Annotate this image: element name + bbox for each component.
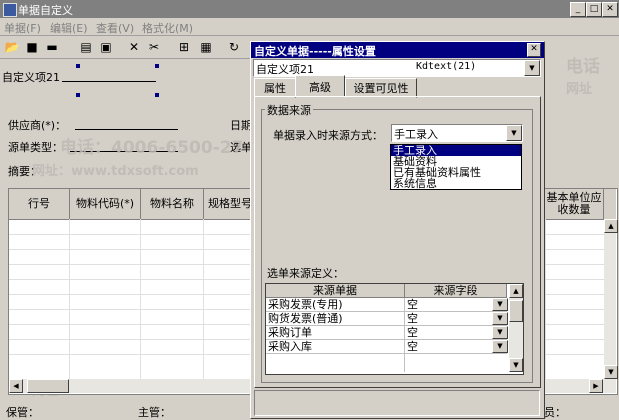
tab-visibility[interactable]: 设置可见性: [345, 78, 417, 98]
grid-column-line: [545, 219, 546, 379]
tab-advanced[interactable]: 高级: [295, 75, 345, 97]
selection-handle[interactable]: [155, 64, 159, 68]
src-header-field[interactable]: 来源字段: [405, 284, 507, 298]
grid-header-base-unit-qty[interactable]: 基本单位应收数量: [545, 189, 604, 220]
src-doc-cell: 采购订单: [268, 326, 312, 339]
table-row[interactable]: 采购订单 空 ▼: [266, 326, 508, 340]
window-title: 单据自定义: [18, 4, 73, 17]
selection-handle[interactable]: [155, 93, 159, 97]
grid-header-material-name[interactable]: 物料名称: [141, 189, 204, 220]
toolbar: 📂 ■ ▬ ▤ ▣ ✕ ✂ ⊞ ▦ ↻: [0, 36, 250, 59]
src-field-cell[interactable]: 空: [407, 340, 418, 353]
grid-scroll-corner: [604, 189, 616, 220]
chevron-down-icon[interactable]: ▼: [492, 298, 508, 311]
summary-label[interactable]: 摘要：: [8, 163, 41, 179]
source-mode-dropdown[interactable]: 手工录入 基础资料 已有基础资料属性 系统信息: [390, 144, 522, 190]
custom-item-underline: [62, 81, 156, 82]
refresh-icon[interactable]: ↻: [226, 39, 242, 55]
src-field-cell[interactable]: 空: [407, 298, 418, 311]
supervisor-label[interactable]: 主管：: [138, 404, 171, 420]
src-doc-cell: 采购入库: [268, 340, 312, 353]
scroll-up-icon[interactable]: ▲: [604, 219, 618, 233]
delete-icon[interactable]: ✕: [126, 39, 142, 55]
menu-bar: 单据(F) 编辑(E) 查看(V) 格式化(M): [0, 18, 619, 36]
window-titlebar: 单据自定义 _ □ ✕: [0, 0, 619, 18]
src-grid-scrollbar[interactable]: ▲ ▼: [509, 284, 523, 372]
source-mode-label: 单据录入时来源方式：: [273, 129, 383, 142]
menu-document[interactable]: 单据(F): [4, 20, 41, 36]
grid-header-row-no[interactable]: 行号: [9, 189, 70, 220]
scroll-down-icon[interactable]: ▼: [604, 365, 618, 379]
cut-icon[interactable]: ✂: [146, 39, 162, 55]
minimize-button[interactable]: _: [570, 2, 586, 17]
group-title: 数据来源: [265, 102, 313, 118]
object-type: Kdtext(21): [416, 61, 477, 72]
grid-vertical-scrollbar[interactable]: ▲ ▼: [604, 219, 618, 379]
source-mode-value: 手工录入: [394, 128, 438, 141]
maximize-button[interactable]: □: [586, 2, 602, 17]
close-button[interactable]: ✕: [602, 2, 618, 17]
chevron-down-icon[interactable]: ▼: [524, 60, 540, 76]
scroll-right-icon[interactable]: ▶: [589, 379, 603, 393]
custom-item-label[interactable]: 自定义项21: [2, 69, 60, 85]
src-doc-cell: 购货发票(普通): [268, 312, 343, 325]
grid-icon[interactable]: ⊞: [176, 39, 192, 55]
tab-properties[interactable]: 属性: [254, 78, 296, 98]
scroll-thumb[interactable]: [27, 379, 69, 393]
select-label[interactable]: 选单: [230, 139, 252, 155]
src-header-doc[interactable]: 来源单据: [266, 284, 405, 298]
open-icon[interactable]: 📂: [4, 39, 20, 55]
selection-handle[interactable]: [76, 64, 80, 68]
table-row[interactable]: 采购入库 空 ▼: [266, 340, 508, 354]
property-dialog: 自定义单据-----属性设置 ✕ 自定义项21 Kdtext(21) ▼ 属性 …: [250, 41, 545, 419]
staff-label[interactable]: 员：: [544, 404, 566, 420]
dialog-close-button[interactable]: ✕: [527, 43, 541, 57]
option-system-info[interactable]: 系统信息: [391, 178, 521, 189]
chevron-down-icon[interactable]: ▼: [492, 326, 508, 339]
chevron-down-icon[interactable]: ▼: [492, 312, 508, 325]
table-row[interactable]: 购货发票(普通) 空 ▼: [266, 312, 508, 326]
src-field-cell[interactable]: 空: [407, 312, 418, 325]
chevron-down-icon[interactable]: ▼: [506, 125, 522, 141]
src-field-cell[interactable]: 空: [407, 326, 418, 339]
selection-handle[interactable]: [76, 93, 80, 97]
dialog-status-area: [254, 390, 540, 416]
scroll-down-icon[interactable]: ▼: [509, 358, 523, 372]
grid-column-line: [404, 298, 405, 372]
settings-icon[interactable]: ▦: [198, 39, 214, 55]
source-definition-grid[interactable]: 来源单据 来源字段 采购发票(专用) 空 ▼ 购货发票(普通) 空 ▼ 采购订单…: [265, 283, 524, 375]
table-row[interactable]: 采购发票(专用) 空 ▼: [266, 298, 508, 312]
keeper-label[interactable]: 保管：: [6, 404, 39, 420]
dialog-titlebar: 自定义单据-----属性设置 ✕: [251, 42, 544, 58]
menu-edit[interactable]: 编辑(E): [50, 20, 88, 36]
grid-column-line: [203, 219, 204, 379]
supplier-label[interactable]: 供应商(*)：: [8, 117, 66, 133]
select-source-def-label: 选单来源定义：: [267, 267, 344, 280]
menu-view[interactable]: 查看(V): [96, 20, 134, 36]
scroll-thumb[interactable]: [509, 300, 523, 322]
source-mode-select[interactable]: 手工录入 ▼: [391, 124, 523, 142]
scroll-up-icon[interactable]: ▲: [509, 284, 523, 298]
grid-column-line: [140, 219, 141, 379]
grid-header-spec[interactable]: 规格型号: [204, 189, 255, 220]
supplier-underline: [75, 129, 178, 130]
source-type-label[interactable]: 源单类型：: [8, 139, 63, 155]
menu-format[interactable]: 格式化(M): [142, 20, 193, 36]
date-label[interactable]: 日期: [230, 117, 252, 133]
grid-column-line: [69, 219, 70, 379]
print-icon[interactable]: ▤: [78, 39, 94, 55]
source-type-underline: [70, 151, 178, 152]
save-icon[interactable]: ■: [24, 39, 40, 55]
preview-icon[interactable]: ▣: [98, 39, 114, 55]
grid-header-material-code[interactable]: 物料代码(*): [70, 189, 141, 220]
folder-icon[interactable]: ▬: [44, 39, 60, 55]
dialog-title: 自定义单据-----属性设置: [254, 45, 376, 58]
src-doc-cell: 采购发票(专用): [268, 298, 343, 311]
app-icon: [3, 3, 17, 17]
chevron-down-icon[interactable]: ▼: [492, 340, 508, 353]
scroll-left-icon[interactable]: ◀: [9, 379, 23, 393]
